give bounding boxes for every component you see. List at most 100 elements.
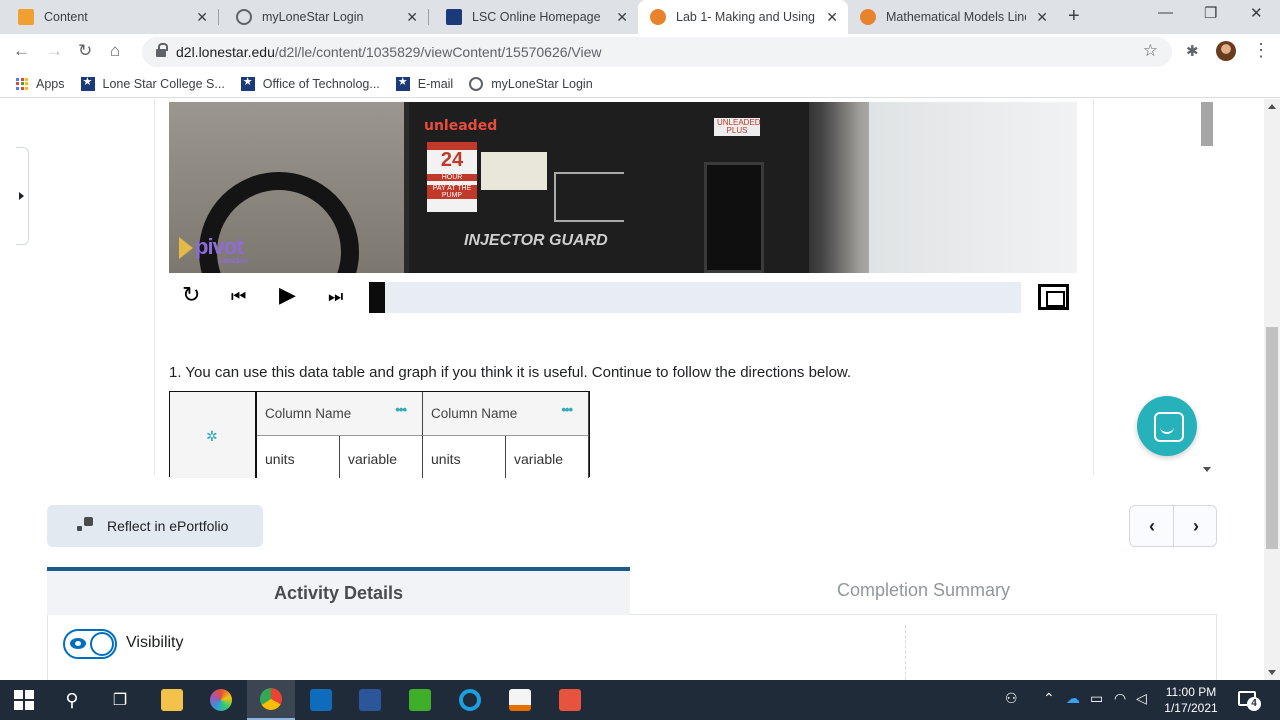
browser-tab-mylonestar[interactable]: myLoneStar Login ✕ [218,0,428,34]
video-controls: ↻ ⏮ ▶ ⏭ [169,279,1077,315]
browser-tab-lab1[interactable]: Lab 1- Making and Using M ✕ [638,0,848,34]
start-button[interactable] [0,680,48,720]
tab-label: Completion Summary [836,580,1011,600]
bookmark-mylonestar-login[interactable]: myLoneStar Login [469,76,593,91]
content-frame-scrollbar[interactable] [1200,102,1214,475]
visibility-toggle[interactable] [63,629,117,659]
action-center-icon[interactable]: 4 [1238,691,1261,711]
home-icon[interactable]: ⌂ [110,41,120,61]
scrollbar-thumb[interactable] [1266,327,1278,549]
video-unleaded-label: unleaded [424,118,498,134]
extensions-puzzle-icon[interactable]: ✱ [1186,42,1199,60]
close-tab-icon[interactable]: ✕ [616,9,628,26]
skip-forward-icon[interactable]: ⏭ [328,285,343,309]
search-icon[interactable]: ⚲ [48,680,96,720]
bookmarks-bar: Apps Lone Star College S... Office of Te… [0,70,1280,98]
show-hidden-icons-chevron-icon[interactable]: ⌃ [1043,690,1055,707]
people-icon[interactable]: ⚇ [1005,690,1018,707]
tab-title: Mathematical Models Linea [886,10,1026,24]
bookmark-star-icon[interactable]: ☆ [1143,41,1158,61]
content-frame-border [154,99,155,475]
bookmark-lone-star-college[interactable]: Lone Star College S... [80,75,225,91]
content-frame-border [1093,99,1094,475]
taskbar-java[interactable] [496,680,544,720]
new-tab-icon[interactable]: + [1068,5,1080,28]
volume-icon[interactable]: ◁ [1136,690,1147,707]
window-close-icon[interactable]: ✕ [1250,4,1263,22]
video-progress-bar[interactable] [369,282,1021,313]
video-player-frame[interactable]: unleaded UNLEADED PLUS 24 HOUR PAY AT TH… [169,102,1077,273]
scroll-up-arrow-icon[interactable] [1268,104,1276,109]
table-variable-cell[interactable]: variable [340,436,423,478]
table-units-cell[interactable]: units [257,436,340,478]
sign-24: 24 [440,149,464,171]
column-menu-icon[interactable]: ••• [395,402,407,417]
taskbar-internet-explorer[interactable] [446,680,494,720]
table-settings-cell[interactable]: ✲ [170,392,257,478]
skip-back-icon[interactable]: ⏮ [231,285,246,309]
browser-toolbar: ← → ↻ ⌂ d2l.lonestar.edu/d2l/le/content/… [0,34,1280,70]
visibility-label: Visibility [126,634,184,651]
taskbar-camtasia[interactable] [396,680,444,720]
toggle-knob [90,632,114,656]
outlook-icon [310,689,332,711]
activity-panel: Activity Details Completion Summary Visi… [47,567,1217,680]
bookmark-email[interactable]: E-mail [395,75,453,91]
tab-completion-summary[interactable]: Completion Summary [630,567,1217,615]
sidebar-expand-handle[interactable] [16,147,29,245]
onedrive-cloud-icon[interactable]: ☁ [1066,690,1080,707]
page-scrollbar[interactable] [1264,99,1280,680]
globe-favicon-icon [236,9,252,25]
taskbar-clock[interactable]: 11:00 PM 1/17/2021 [1158,684,1224,716]
reload-icon[interactable]: ↻ [78,41,92,61]
task-view-icon[interactable]: ❐ [96,680,144,720]
bookmark-apps[interactable]: Apps [16,77,65,91]
back-icon[interactable]: ← [13,41,30,61]
taskbar-chrome[interactable] [247,680,295,720]
data-table[interactable]: ✲ Column Name ••• Column Name ••• units … [169,391,590,478]
scrollbar-thumb[interactable] [1201,102,1213,146]
chrome-menu-icon[interactable]: ⋮ [1252,40,1270,61]
close-tab-icon[interactable]: ✕ [1036,9,1048,26]
lsc-star-icon [395,75,410,91]
browser-tab-content[interactable]: Content ✕ [0,0,218,34]
replay-icon[interactable]: ↻ [182,283,200,307]
play-icon[interactable]: ▶ [279,283,296,307]
table-column-header[interactable]: Column Name ••• [257,392,423,436]
fullscreen-icon[interactable] [1038,284,1069,310]
taskbar-word[interactable] [346,680,394,720]
taskbar-paint[interactable] [197,680,245,720]
reflect-eportfolio-button[interactable]: Reflect in ePortfolio [47,505,263,547]
table-variable-cell[interactable]: variable [506,436,589,478]
close-tab-icon[interactable]: ✕ [406,9,418,26]
close-tab-icon[interactable]: ✕ [196,9,208,26]
restore-icon[interactable]: ❐ [1204,4,1217,22]
address-bar[interactable]: d2l.lonestar.edu/d2l/le/content/1035829/… [142,37,1172,67]
taskbar-outlook[interactable] [297,680,345,720]
battery-icon[interactable]: ▭ [1090,690,1103,707]
sign-hour: HOUR [427,174,477,181]
lsc-star-icon [240,75,255,91]
tab-activity-details[interactable]: Activity Details [47,567,630,615]
chat-launcher-icon[interactable] [1137,396,1197,456]
next-topic-button[interactable]: › [1174,506,1218,546]
browser-tab-lsc-online[interactable]: LSC Online Homepage ✕ [428,0,638,34]
video-pump-nozzle [704,162,764,273]
bookmark-office-of-technology[interactable]: Office of Technolog... [240,75,380,91]
table-column-header[interactable]: Column Name ••• [423,392,589,436]
minimize-icon[interactable]: — [1158,4,1173,21]
column-name: Column Name [431,406,518,421]
gear-icon[interactable]: ✲ [206,428,218,445]
wifi-icon[interactable]: ◠ [1114,690,1126,707]
column-menu-icon[interactable]: ••• [561,402,573,417]
browser-tab-mathematical-models[interactable]: Mathematical Models Linea ✕ [848,0,1058,34]
close-tab-icon[interactable]: ✕ [826,9,838,26]
scroll-down-arrow-icon[interactable] [1203,467,1211,472]
taskbar-file-explorer[interactable] [148,680,196,720]
scroll-down-arrow-icon[interactable] [1268,670,1276,675]
table-units-cell[interactable]: units [423,436,506,478]
previous-topic-button[interactable]: ‹ [1130,506,1174,546]
forward-icon[interactable]: → [46,41,63,61]
taskbar-recorder[interactable] [546,680,594,720]
profile-avatar[interactable] [1216,41,1236,61]
